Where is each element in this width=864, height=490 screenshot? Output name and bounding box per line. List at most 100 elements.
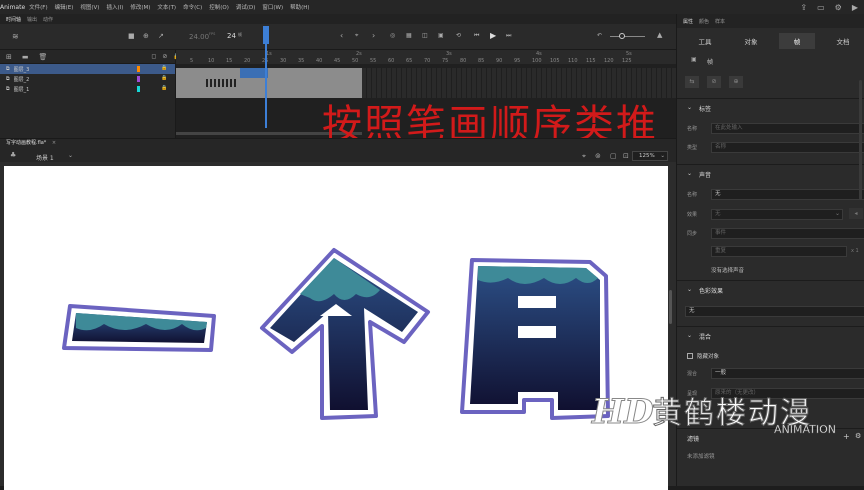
layer-row[interactable]: ⧉ 图层_1 🔒 [0, 84, 175, 94]
repeat-count[interactable]: x 1 [851, 248, 859, 254]
chevron-down-icon[interactable]: ⌄ [687, 170, 692, 177]
label-section-title[interactable]: 标签 [699, 104, 711, 113]
subtab-object[interactable]: 对象 [733, 33, 769, 49]
hide-object-checkbox[interactable] [687, 353, 693, 359]
layer-color-swatch[interactable] [137, 86, 140, 92]
stage-canvas[interactable] [4, 166, 668, 490]
menu-help[interactable]: 帮助(H) [290, 3, 309, 11]
hide-object-label[interactable]: 隐藏对象 [697, 352, 719, 360]
menu-command[interactable]: 命令(C) [183, 3, 202, 11]
subtab-document[interactable]: 文档 [825, 33, 861, 49]
new-layer-icon[interactable]: ⊞ [6, 53, 12, 61]
lock-icon[interactable]: 🔒 [161, 85, 167, 91]
blend-section-title[interactable]: 混合 [699, 332, 711, 341]
menu-debug[interactable]: 调试(D) [236, 3, 256, 11]
outline-toggle-icon[interactable]: ◻ [151, 53, 156, 60]
sound-name-select[interactable]: 无 [711, 189, 864, 200]
menu-control[interactable]: 控制(O) [209, 3, 229, 11]
playhead[interactable] [263, 26, 269, 128]
last-frame-icon[interactable]: ⏭ [506, 32, 511, 40]
zoom-slider-handle[interactable] [619, 33, 625, 39]
graph-icon[interactable]: ↗ [158, 32, 164, 40]
layer-name[interactable]: 图层_3 [14, 66, 30, 73]
chevron-down-icon[interactable]: ⌄ [68, 152, 73, 159]
share-icon[interactable]: ⇪ [800, 3, 807, 12]
color-bucket-icon[interactable]: ⊚ [595, 152, 601, 160]
fit-icon[interactable]: ⊡ [623, 152, 629, 160]
layer-name[interactable]: 图层_2 [14, 76, 30, 83]
menu-edit[interactable]: 编辑(E) [55, 3, 74, 11]
zoom-select[interactable]: 125% ⌄ [632, 151, 668, 161]
undo-icon[interactable]: ↶ [597, 32, 602, 39]
menu-view[interactable]: 视图(V) [80, 3, 99, 11]
type-select[interactable]: 名称 [711, 142, 864, 153]
subtab-tool[interactable]: 工具 [687, 33, 723, 49]
effect-select[interactable]: 无 [711, 209, 843, 220]
chevron-down-icon[interactable]: ⌄ [687, 104, 692, 111]
zoom-slider[interactable] [610, 36, 645, 37]
menu-text[interactable]: 文本(T) [157, 3, 176, 11]
glyph-yue[interactable] [460, 258, 610, 420]
edit-envelope-icon[interactable]: ◂ [849, 208, 863, 219]
link-tool-icon[interactable]: ⊕ [729, 76, 743, 88]
play-button-icon[interactable]: ▶ [490, 31, 496, 40]
scene-name[interactable]: 场景 1 [36, 153, 54, 162]
layer-name[interactable]: 图层_1 [14, 86, 30, 93]
frame-ruler[interactable]: 5101520253035404550556065707580859095100… [176, 50, 676, 64]
first-frame-icon[interactable]: ⏮ [474, 32, 479, 40]
document-tab[interactable]: 写字动画教程.fla* × [0, 139, 62, 148]
layers-icon[interactable]: ≋ [12, 32, 19, 41]
frame-readout[interactable]: 24 [227, 32, 236, 40]
next-icon[interactable]: › [372, 31, 375, 40]
clip-icon[interactable]: ▢ [610, 152, 617, 160]
layer-row[interactable]: ⧉ 图层_2 🔒 [0, 74, 175, 84]
menu-insert[interactable]: 插入(I) [106, 3, 123, 11]
color-effect-select[interactable]: 无 [685, 306, 864, 317]
fps-readout[interactable]: 24.00 [189, 33, 209, 41]
center-icon[interactable]: ⌖ [355, 32, 358, 40]
color-section-title[interactable]: 色彩效果 [699, 286, 723, 295]
parent-icon[interactable]: ⊕ [143, 32, 149, 40]
frame-selection[interactable] [240, 68, 268, 78]
playhead-handle[interactable] [263, 26, 269, 44]
chevron-down-icon[interactable]: ⌄ [687, 286, 692, 293]
tab-output[interactable]: 输出 [27, 16, 37, 23]
workspace-icon[interactable]: ▭ [817, 3, 825, 12]
repeat-select[interactable]: 重复 [711, 246, 847, 257]
camera-icon[interactable]: ■ [128, 32, 135, 40]
tab-properties[interactable]: 属性 [683, 18, 693, 25]
delete-layer-icon[interactable]: 🗑 [39, 53, 48, 61]
tween-icon[interactable]: ▣ [438, 32, 444, 39]
stage-scrollbar[interactable] [669, 290, 672, 324]
frame-track[interactable] [176, 78, 362, 88]
snap-icon[interactable]: ⌖ [582, 152, 586, 161]
keyframe-tool-icon[interactable]: ⇆ [685, 76, 699, 88]
lock-icon[interactable]: 🔒 [161, 65, 167, 71]
script-tool-icon[interactable]: ⊘ [707, 76, 721, 88]
lock-icon[interactable]: 🔒 [161, 75, 167, 81]
subtab-frame[interactable]: 帧 [779, 33, 815, 49]
loop-icon[interactable]: ⟲ [456, 32, 461, 39]
menu-modify[interactable]: 修改(M) [130, 3, 150, 11]
close-tab-icon[interactable]: × [52, 140, 56, 146]
edit-multi-icon[interactable]: ▦ [406, 32, 412, 39]
mountain-icon[interactable]: ▲ [657, 31, 662, 39]
sound-section-title[interactable]: 声音 [699, 170, 711, 179]
tab-actions[interactable]: 动作 [43, 16, 53, 23]
layer-row[interactable]: ⧉ 图层_3 🔒 [0, 64, 175, 74]
keyframe-block[interactable] [206, 79, 236, 87]
tab-timeline[interactable]: 时间轴 [6, 16, 21, 23]
artwork-svg[interactable] [4, 166, 668, 490]
frame-track[interactable] [176, 68, 362, 78]
glyph-ge[interactable] [260, 248, 430, 420]
visibility-toggle-icon[interactable]: ⊘ [162, 53, 167, 60]
tab-swatches[interactable]: 样本 [715, 18, 725, 25]
insert-keyframe-icon[interactable]: ◫ [422, 32, 428, 39]
menu-window[interactable]: 窗口(W) [262, 3, 283, 11]
layer-color-swatch[interactable] [137, 76, 140, 82]
panel-scrollbar[interactable] [859, 80, 862, 200]
layer-color-swatch[interactable] [137, 66, 140, 72]
onion-icon[interactable]: ◎ [390, 32, 395, 39]
prev-icon[interactable]: ‹ [340, 31, 343, 40]
tab-color[interactable]: 颜色 [699, 18, 709, 25]
